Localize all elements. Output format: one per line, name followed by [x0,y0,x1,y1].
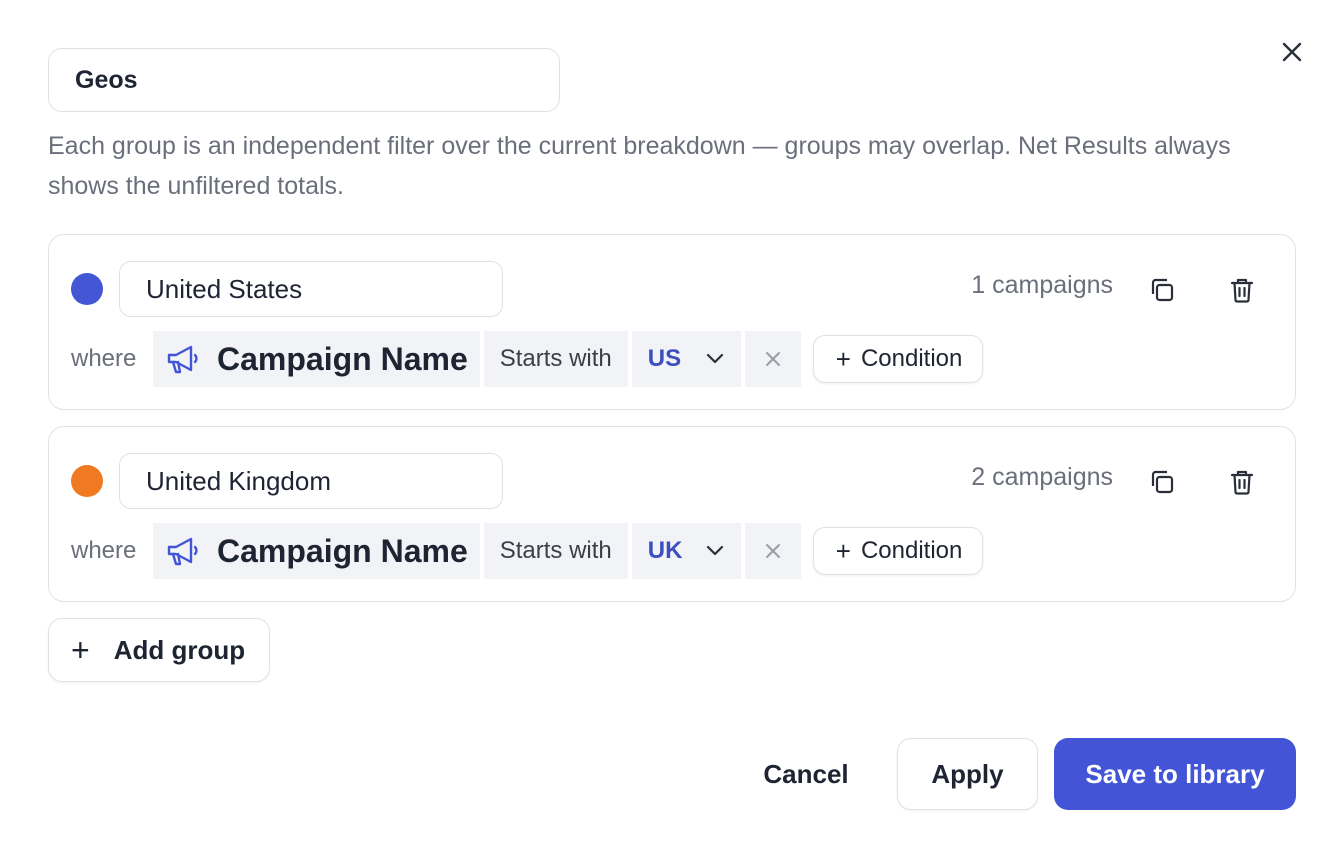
trash-icon [1230,278,1254,303]
condition-row: where Campaign Name Starts with US + Con… [71,331,984,387]
operator-label: Starts with [499,345,612,372]
description-text: Each group is an independent filter over… [48,132,1231,200]
value-label: UK [647,537,683,564]
plus-icon: + [71,632,90,668]
group-name-input[interactable] [119,261,503,317]
operator-selector[interactable]: Starts with [483,523,628,579]
field-selector[interactable]: Campaign Name [153,331,480,387]
value-selector[interactable]: UK [631,523,741,579]
add-condition-label: Condition [860,345,963,372]
save-to-library-button[interactable]: Save to library [1054,738,1296,810]
megaphone-icon [167,345,198,374]
operator-label: Starts with [499,537,612,564]
field-label: Campaign Name [217,340,468,377]
duplicate-group-button[interactable] [1143,271,1181,309]
apply-button[interactable]: Apply [897,738,1038,810]
close-icon [765,544,780,558]
field-selector[interactable]: Campaign Name [153,523,480,579]
add-group-button[interactable]: + Add group [48,618,270,682]
value-selector[interactable]: US [631,331,741,387]
group-card: 1 campaigns where Cam [48,234,1296,410]
close-icon [765,352,780,366]
campaign-count: 2 campaigns [971,463,1113,491]
add-condition-button[interactable]: + Condition [812,335,984,383]
title-input[interactable] [48,48,560,112]
where-label: where [71,537,137,564]
plus-icon: + [835,536,851,566]
group-color-dot[interactable] [71,465,103,497]
segment-editor-modal: Each group is an independent filter over… [0,0,1344,858]
duplicate-group-button[interactable] [1143,463,1181,501]
copy-icon [1151,278,1174,302]
delete-group-button[interactable] [1223,463,1261,501]
plus-icon: + [835,344,851,374]
chevron-down-icon [706,353,723,364]
group-card: 2 campaigns where Cam [48,426,1296,602]
chevron-down-icon [706,545,723,556]
cancel-button[interactable]: Cancel [740,738,872,810]
close-icon [1282,42,1302,62]
megaphone-icon [167,537,198,566]
delete-group-button[interactable] [1223,271,1261,309]
where-label: where [71,345,137,372]
close-button[interactable] [1272,32,1312,72]
campaign-count: 1 campaigns [971,271,1113,299]
add-condition-button[interactable]: + Condition [812,527,984,575]
remove-condition-button[interactable] [744,331,801,387]
copy-icon [1151,470,1174,494]
add-condition-label: Condition [860,537,963,564]
field-label: Campaign Name [217,532,468,569]
condition-row: where Campaign Name Starts with UK + Con… [71,523,984,579]
group-name-input[interactable] [119,453,503,509]
trash-icon [1230,470,1254,495]
group-color-dot[interactable] [71,273,103,305]
remove-condition-button[interactable] [744,523,801,579]
value-label: US [647,345,682,372]
operator-selector[interactable]: Starts with [483,331,628,387]
add-group-label: Add group [113,634,246,665]
